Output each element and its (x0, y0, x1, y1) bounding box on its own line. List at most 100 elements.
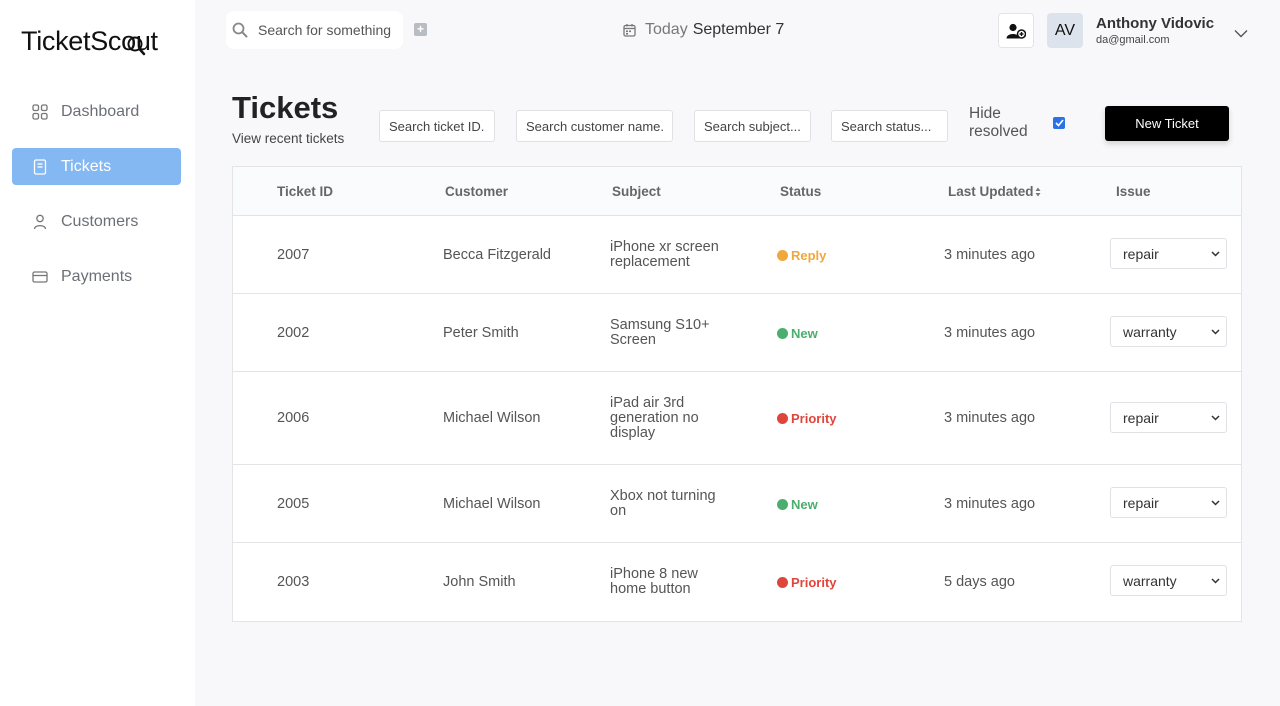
search-icon (232, 22, 248, 38)
customer-name: Peter Smith (443, 325, 519, 341)
ticket-id: 2002 (277, 325, 310, 341)
status-badge: Priority (777, 411, 837, 426)
issue-select[interactable]: repair (1110, 238, 1227, 269)
status-label: Priority (791, 575, 837, 590)
status-badge: New (777, 497, 818, 512)
issue-select[interactable]: repair (1110, 487, 1227, 518)
person-icon (31, 213, 49, 231)
status-badge: New (777, 326, 818, 341)
header-status[interactable]: Status (780, 184, 821, 199)
grid-icon (31, 103, 49, 121)
table-row[interactable]: 2005 Michael Wilson Xbox not turning on … (233, 465, 1241, 543)
table-row[interactable]: 2003 John Smith iPhone 8 new home button… (233, 543, 1241, 621)
issue-select-value: repair (1123, 245, 1159, 262)
global-search (226, 11, 403, 49)
last-updated: 3 minutes ago (944, 496, 1036, 512)
chevron-down-icon (1211, 250, 1220, 257)
header-issue[interactable]: Issue (1116, 184, 1151, 199)
customer-name: Becca Fitzgerald (443, 247, 551, 263)
ticket-id: 2003 (277, 574, 310, 590)
issue-select-value: repair (1123, 409, 1159, 426)
add-user-button[interactable] (998, 13, 1034, 48)
ticket-id: 2005 (277, 496, 310, 512)
status-label: Reply (791, 248, 827, 263)
checkmark-icon (1054, 119, 1064, 127)
app-logo[interactable]: TicketScout (21, 26, 158, 57)
chevron-down-icon (1211, 499, 1220, 506)
ticket-id: 2007 (277, 247, 310, 263)
date-display: Today September 7 (623, 21, 784, 39)
header-last-updated[interactable]: Last Updated (948, 184, 1041, 199)
add-user-icon (1006, 23, 1026, 39)
ticket-subject: iPad air 3rd generation no display (610, 395, 699, 441)
header-last-updated-label: Last Updated (948, 184, 1034, 199)
chevron-down-icon (1211, 414, 1220, 421)
subject-search-input[interactable] (694, 110, 811, 142)
issue-select-value: warranty (1123, 572, 1177, 589)
chevron-down-icon (1211, 577, 1220, 584)
issue-select[interactable]: repair (1110, 402, 1227, 433)
sidebar: TicketScout Dashboard Tickets Customers … (0, 0, 195, 706)
issue-select[interactable]: warranty (1110, 565, 1227, 596)
header-ticket-id[interactable]: Ticket ID (277, 184, 333, 199)
user-email: da@gmail.com (1096, 34, 1170, 46)
tickets-table: Ticket ID Customer Subject Status Last U… (232, 166, 1242, 622)
issue-select-value: repair (1123, 494, 1159, 511)
header-customer[interactable]: Customer (445, 184, 508, 199)
sidebar-item-tickets[interactable]: Tickets (12, 148, 181, 185)
issue-select-value: warranty (1123, 323, 1177, 340)
table-row[interactable]: 2007 Becca Fitzgerald iPhone xr screen r… (233, 216, 1241, 294)
calendar-icon (623, 23, 636, 37)
status-dot (777, 413, 788, 424)
last-updated: 3 minutes ago (944, 410, 1036, 426)
status-label: New (791, 326, 818, 341)
status-label: New (791, 497, 818, 512)
table-header: Ticket ID Customer Subject Status Last U… (233, 167, 1241, 216)
sort-icon[interactable] (1035, 187, 1041, 197)
status-badge: Priority (777, 575, 837, 590)
chevron-down-icon (1211, 328, 1220, 335)
status-label: Priority (791, 411, 837, 426)
sidebar-item-payments[interactable]: Payments (12, 258, 181, 295)
ticket-subject: Samsung S10+ Screen (610, 317, 710, 348)
sidebar-item-dashboard[interactable]: Dashboard (12, 93, 181, 130)
issue-select[interactable]: warranty (1110, 316, 1227, 347)
sidebar-item-label: Dashboard (61, 102, 140, 120)
date-prefix: Today (645, 21, 688, 38)
status-search-input[interactable] (831, 110, 948, 142)
header-subject[interactable]: Subject (612, 184, 661, 199)
customer-name: Michael Wilson (443, 496, 541, 512)
magnifier-logo-icon (127, 36, 146, 56)
status-dot (777, 250, 788, 261)
last-updated: 3 minutes ago (944, 325, 1036, 341)
ticket-id-search-input[interactable] (379, 110, 495, 142)
hide-resolved-label: Hide resolved (969, 105, 1028, 140)
page-title: Tickets (232, 90, 339, 125)
credit-card-icon (31, 268, 49, 286)
last-updated: 5 days ago (944, 574, 1015, 590)
ticket-subject: Xbox not turning on (610, 488, 716, 519)
customer-name: Michael Wilson (443, 410, 541, 426)
status-badge: Reply (777, 248, 826, 263)
status-dot (777, 328, 788, 339)
sidebar-item-label: Customers (61, 212, 139, 230)
page-subtitle: View recent tickets (232, 131, 345, 146)
ticket-id: 2006 (277, 410, 310, 426)
customer-name: John Smith (443, 574, 516, 590)
ticket-subject: iPhone xr screen replacement (610, 239, 719, 270)
hide-resolved-checkbox[interactable] (1053, 117, 1065, 129)
table-row[interactable]: 2002 Peter Smith Samsung S10+ Screen New… (233, 294, 1241, 372)
sidebar-item-label: Tickets (61, 157, 112, 175)
new-ticket-button[interactable]: New Ticket (1105, 106, 1229, 141)
chevron-down-icon[interactable] (1234, 25, 1248, 43)
search-input[interactable] (258, 22, 398, 38)
sidebar-item-customers[interactable]: Customers (12, 203, 181, 240)
customer-search-input[interactable] (516, 110, 673, 142)
avatar[interactable]: AV (1047, 13, 1083, 48)
document-icon (31, 158, 49, 176)
date-value: September 7 (692, 21, 785, 38)
status-dot (777, 499, 788, 510)
add-icon[interactable]: + (414, 23, 427, 36)
user-name: Anthony Vidovic (1096, 15, 1215, 32)
table-row[interactable]: 2006 Michael Wilson iPad air 3rd generat… (233, 372, 1241, 465)
